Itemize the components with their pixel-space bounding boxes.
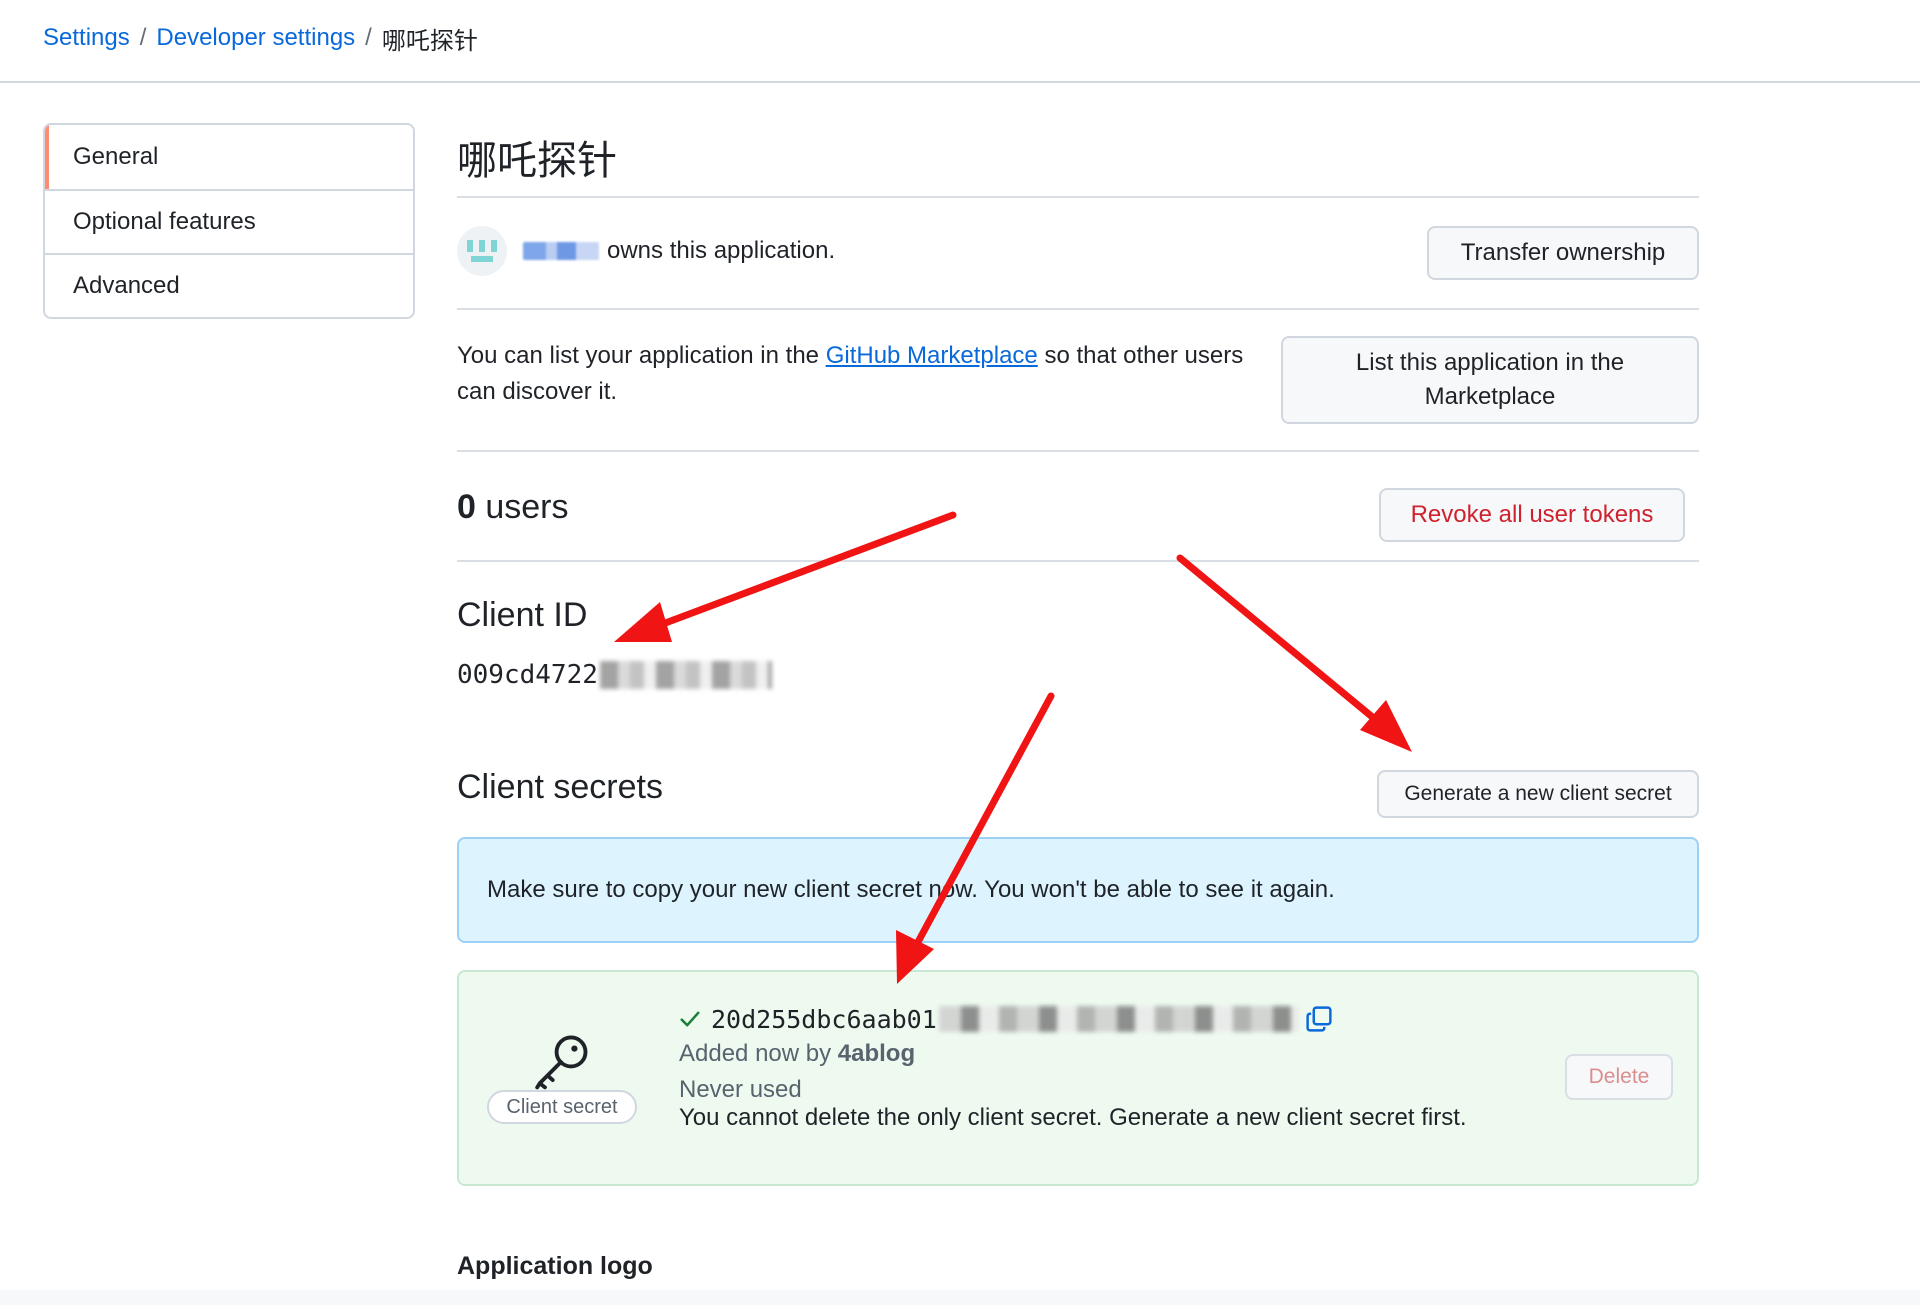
client-id-heading: Client ID	[457, 596, 588, 634]
client-secret-value: 20d255dbc6aab01	[679, 1002, 1333, 1036]
secret-added-prefix: Added now by	[679, 1040, 838, 1067]
title-divider	[457, 196, 1699, 198]
sidebar-item-general[interactable]: General	[45, 125, 413, 189]
sidebar-item-advanced[interactable]: Advanced	[45, 253, 413, 317]
redacted-client-id	[599, 661, 772, 689]
sidebar-item-label: General	[73, 143, 159, 170]
main-content: 哪吒探针 owns this application. Transfer own…	[457, 110, 1699, 1305]
client-id-text[interactable]: 009cd4722	[457, 660, 598, 690]
page-bottom-edge	[0, 1290, 1920, 1305]
application-logo-heading: Application logo	[457, 1252, 653, 1280]
secret-delete-warning: You cannot delete the only client secret…	[679, 1104, 1467, 1131]
client-secret-text[interactable]: 20d255dbc6aab01	[711, 1005, 937, 1034]
copy-secret-flash: Make sure to copy your new client secret…	[457, 837, 1699, 943]
check-icon	[680, 1011, 700, 1027]
section-divider	[457, 450, 1699, 452]
client-secret-card: Client secret 20d255dbc6aab01 Added now …	[457, 970, 1699, 1186]
revoke-all-tokens-button[interactable]: Revoke all user tokens	[1379, 488, 1685, 542]
copy-icon[interactable]	[1305, 1005, 1333, 1033]
breadcrumb-separator: /	[139, 24, 147, 51]
breadcrumb-separator: /	[365, 24, 372, 51]
client-secrets-heading: Client secrets	[457, 768, 663, 806]
marketplace-description: You can list your application in the Git…	[457, 338, 1267, 410]
users-count: 0 users	[457, 488, 569, 527]
avatar[interactable]	[457, 226, 507, 276]
redacted-client-secret	[938, 1006, 1299, 1032]
client-id-value: 009cd4722	[457, 658, 772, 692]
list-in-marketplace-label-line2: Marketplace	[1424, 383, 1556, 410]
breadcrumb: Settings / Developer settings / 哪吒探针	[43, 18, 478, 58]
secret-usage: Never used	[679, 1076, 802, 1103]
owner-row: owns this application.	[457, 226, 835, 276]
users-count-number: 0	[457, 488, 476, 526]
owner-text: owns this application.	[607, 237, 836, 264]
settings-sidebar: General Optional features Advanced	[43, 123, 415, 319]
generate-client-secret-button[interactable]: Generate a new client secret	[1377, 770, 1699, 818]
redacted-owner-name[interactable]	[523, 242, 599, 260]
page-title: 哪吒探针	[457, 139, 617, 183]
header-divider	[0, 81, 1920, 83]
secret-added-by: Added now by 4ablog	[679, 1040, 915, 1068]
client-secret-badge: Client secret	[487, 1090, 637, 1124]
list-in-marketplace-label-line1: List this application in the	[1355, 349, 1625, 376]
secret-added-user[interactable]: 4ablog	[838, 1040, 915, 1067]
flash-message: Make sure to copy your new client secret…	[487, 876, 1335, 903]
users-count-label: users	[475, 488, 569, 526]
delete-secret-button: Delete	[1565, 1054, 1673, 1100]
marketplace-text-before: You can list your application in the	[457, 342, 826, 369]
sidebar-item-optional-features[interactable]: Optional features	[45, 189, 413, 253]
section-divider	[457, 308, 1699, 310]
sidebar-item-label: Advanced	[73, 272, 180, 299]
breadcrumb-current: 哪吒探针	[381, 27, 478, 55]
sidebar-item-label: Optional features	[73, 208, 256, 235]
section-divider	[457, 560, 1699, 562]
transfer-ownership-button[interactable]: Transfer ownership	[1427, 226, 1699, 280]
key-icon	[535, 1035, 588, 1090]
breadcrumb-settings-link[interactable]: Settings	[43, 24, 130, 52]
github-marketplace-link[interactable]: GitHub Marketplace	[826, 342, 1038, 369]
list-in-marketplace-button[interactable]: List this application in the Marketplace	[1281, 336, 1699, 424]
breadcrumb-developer-settings-link[interactable]: Developer settings	[156, 24, 355, 52]
